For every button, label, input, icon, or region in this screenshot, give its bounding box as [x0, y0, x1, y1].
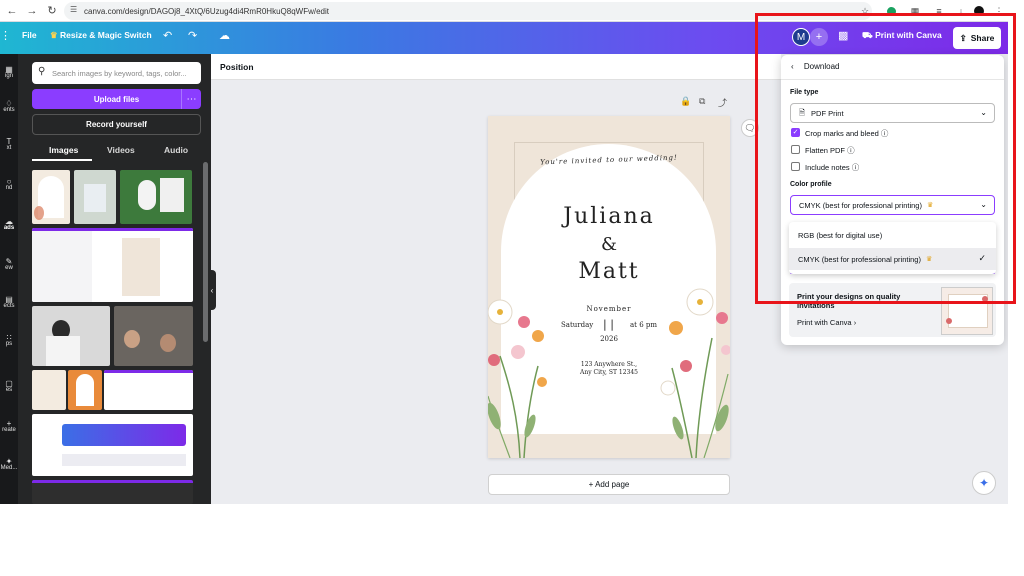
record-yourself-button[interactable]: Record yourself [32, 114, 201, 135]
rail-item-text[interactable]: Txt [0, 138, 18, 152]
reload-icon[interactable]: ↻ [44, 3, 60, 19]
url-bar[interactable]: ☰ canva.com/design/DAGOj8_4XtQ/6Uzug4di4… [64, 2, 872, 20]
invite-time: at 6 pm [630, 321, 658, 329]
panel-scrollbar[interactable] [203, 162, 208, 342]
folder-icon: ▤ [5, 295, 13, 304]
rail-item-magic-media[interactable]: ✦ Med... [0, 458, 18, 472]
rail-label: ign [4, 73, 13, 79]
search-icon: ⚲ [38, 66, 46, 77]
image-thumbnail[interactable] [74, 170, 116, 224]
context-toolbar: Position [211, 54, 781, 80]
rail-item-draw[interactable]: ✎ ew [0, 258, 18, 272]
floral-right-illustration [660, 288, 730, 458]
image-thumbnail[interactable] [32, 480, 193, 504]
cloud-save-icon[interactable]: ☁ [219, 29, 230, 42]
left-rail: ▦ ign ♢ ents Txt ○ nd ☁ ads ✎ ew ▤ ects ∷ ps ▢ e… [0, 54, 18, 504]
image-thumbnail[interactable] [120, 170, 192, 224]
brand-icon: ○ [6, 177, 12, 186]
tab-videos[interactable]: Videos [107, 145, 135, 155]
search-input[interactable]: ⚲ Search images by keyword, tags, color.… [32, 62, 201, 84]
rail-label: Med... [0, 465, 18, 471]
image-thumbnail[interactable] [32, 414, 193, 476]
invite-date: | | [603, 318, 614, 331]
elements-icon: ♢ [5, 99, 13, 108]
resize-label: Resize & Magic Switch [60, 30, 152, 40]
image-thumbnail[interactable] [104, 370, 193, 410]
invite-ampersand: & [600, 234, 618, 255]
rail-label: ects [3, 303, 15, 309]
lock-icon[interactable]: 🔒 [680, 96, 691, 107]
rail-label: reate [2, 427, 16, 433]
active-tab-indicator [32, 159, 92, 161]
redo-icon[interactable]: ↷ [188, 29, 197, 42]
forward-icon[interactable]: → [24, 3, 40, 19]
image-thumbnail[interactable] [32, 306, 110, 366]
add-page-button[interactable]: + Add page [488, 474, 730, 495]
back-icon[interactable]: ← [4, 3, 20, 19]
rail-label: nd [5, 185, 13, 191]
rail-label: ew [5, 265, 13, 271]
add-page-icon[interactable]: ⤴ [718, 96, 727, 109]
invite-name1: Juliana [563, 204, 655, 229]
collapse-panel-handle[interactable]: ‹ [208, 270, 216, 310]
design-icon: ▦ [5, 65, 13, 74]
apps-icon: ∷ [6, 333, 12, 342]
search-placeholder: Search images by keyword, tags, color... [52, 68, 187, 78]
chevron-right-icon: › [853, 318, 857, 327]
rail-label: xt [6, 145, 12, 151]
floral-left-illustration [488, 299, 547, 458]
rail-item-projects[interactable]: ▤ ects [0, 296, 18, 310]
duplicate-page-icon[interactable]: ⧉ [699, 96, 705, 107]
position-button[interactable]: Position [220, 62, 254, 72]
rail-item-apps[interactable]: ∷ ps [0, 334, 18, 348]
create-icon: + [6, 419, 12, 428]
rail-label: ents [3, 107, 15, 113]
promo-link[interactable]: Print with Canva › [797, 318, 856, 327]
image-thumbnail[interactable] [32, 170, 70, 224]
rail-item-create[interactable]: + reate [0, 420, 18, 434]
tab-audio[interactable]: Audio [164, 145, 188, 155]
magic-assistant-icon[interactable]: ✦ [972, 471, 996, 495]
rail-item-uploads[interactable]: ☁ ads [0, 218, 18, 232]
annotation-highlight-box [755, 13, 1016, 304]
file-menu[interactable]: File [22, 30, 37, 40]
tab-images[interactable]: Images [49, 145, 78, 155]
magic-media-icon: ✦ [5, 457, 13, 466]
rail-item-design[interactable]: ▦ ign [0, 66, 18, 80]
rail-item-elements[interactable]: ♢ ents [0, 100, 18, 114]
uploads-panel: ⚲ Search images by keyword, tags, color.… [18, 54, 211, 504]
rail-label: ads [3, 225, 15, 231]
cloud-upload-icon: ☁ [5, 217, 13, 226]
text-icon: T [6, 137, 12, 146]
image-thumbnail[interactable] [114, 306, 193, 366]
rail-item-brand[interactable]: ○ nd [0, 178, 18, 192]
image-thumbnail[interactable] [32, 228, 193, 302]
image-thumbnail[interactable] [68, 370, 102, 410]
image-thumbnail[interactable] [32, 370, 66, 410]
pen-icon: ✎ [5, 257, 13, 266]
rail-item-photos[interactable]: ▢ es [0, 380, 18, 394]
site-settings-icon[interactable]: ☰ [70, 5, 77, 14]
rail-label: es [5, 387, 13, 393]
more-options-icon[interactable]: ⋯ [181, 89, 201, 109]
menu-toggle-icon[interactable]: ⋮ [0, 29, 11, 42]
photo-icon: ▢ [5, 379, 13, 388]
rail-label: ps [5, 341, 13, 347]
crown-icon: ♛ [50, 30, 58, 40]
design-page[interactable]: You're invited to our wedding! Juliana &… [488, 116, 730, 458]
undo-icon[interactable]: ↶ [163, 29, 172, 42]
url-text: canva.com/design/DAGOj8_4XtQ/6Uzug4di4Rm… [84, 6, 329, 16]
resize-button[interactable]: ♛ Resize & Magic Switch [50, 30, 152, 41]
invite-day: Saturday [561, 321, 594, 329]
upload-files-button[interactable]: Upload files [32, 89, 201, 109]
